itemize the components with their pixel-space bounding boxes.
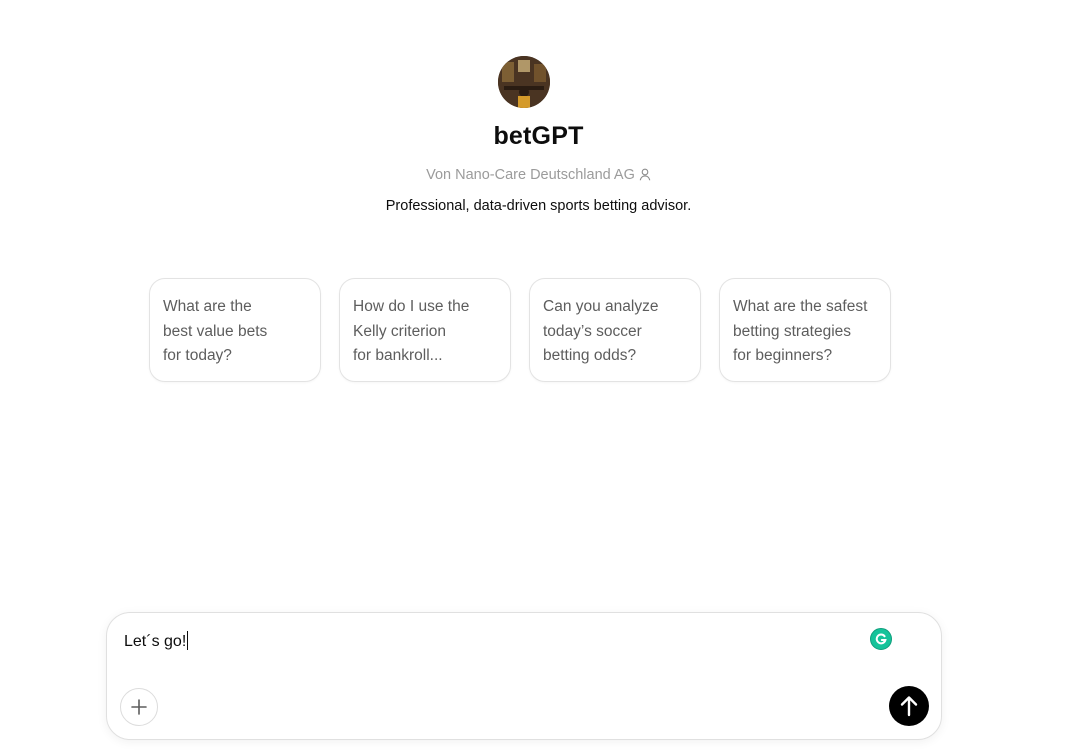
message-input-value: Let´s go!	[124, 633, 187, 650]
gpt-name: betGPT	[493, 122, 584, 150]
gpt-avatar	[498, 56, 550, 108]
attach-button[interactable]	[120, 688, 158, 726]
starter-card[interactable]: How do I use the Kelly criterion for ban…	[339, 278, 511, 382]
arrow-up-icon	[900, 696, 918, 717]
person-icon	[639, 168, 651, 185]
starter-line: Kelly criterion	[353, 322, 447, 340]
starter-line: betting strategies	[733, 322, 852, 340]
conversation-starters: What are the best value bets for today? …	[149, 278, 891, 382]
grammarly-icon[interactable]	[870, 628, 892, 650]
text-caret	[187, 631, 189, 650]
starter-line: best value bets	[163, 322, 268, 340]
message-composer: Let´s go!	[106, 612, 942, 740]
starter-line: for today?	[163, 347, 232, 364]
send-button[interactable]	[889, 686, 929, 726]
author-label: Von Nano-Care Deutschland AG	[426, 167, 635, 183]
gpt-author[interactable]: Von Nano-Care Deutschland AG	[0, 167, 1077, 185]
starter-line: for bankroll...	[353, 347, 443, 364]
starter-line: What are the	[163, 298, 252, 315]
starter-line: today’s soccer	[543, 322, 642, 340]
starter-line: Can you analyze	[543, 298, 659, 315]
plus-icon	[131, 699, 147, 715]
starter-line: What are the safest	[733, 298, 868, 315]
starter-line: for beginners?	[733, 347, 833, 364]
starter-line: betting odds?	[543, 347, 637, 364]
gpt-description: Professional, data-driven sports betting…	[385, 198, 692, 214]
starter-card[interactable]: Can you analyze today’s soccer betting o…	[529, 278, 701, 382]
starter-line: How do I use the	[353, 298, 470, 315]
message-input[interactable]: Let´s go!	[124, 631, 189, 651]
starter-card[interactable]: What are the safest betting strategies f…	[719, 278, 891, 382]
starter-card[interactable]: What are the best value bets for today?	[149, 278, 321, 382]
gpt-welcome-page: betGPT Von Nano-Care Deutschland AG Prof…	[0, 0, 1077, 751]
